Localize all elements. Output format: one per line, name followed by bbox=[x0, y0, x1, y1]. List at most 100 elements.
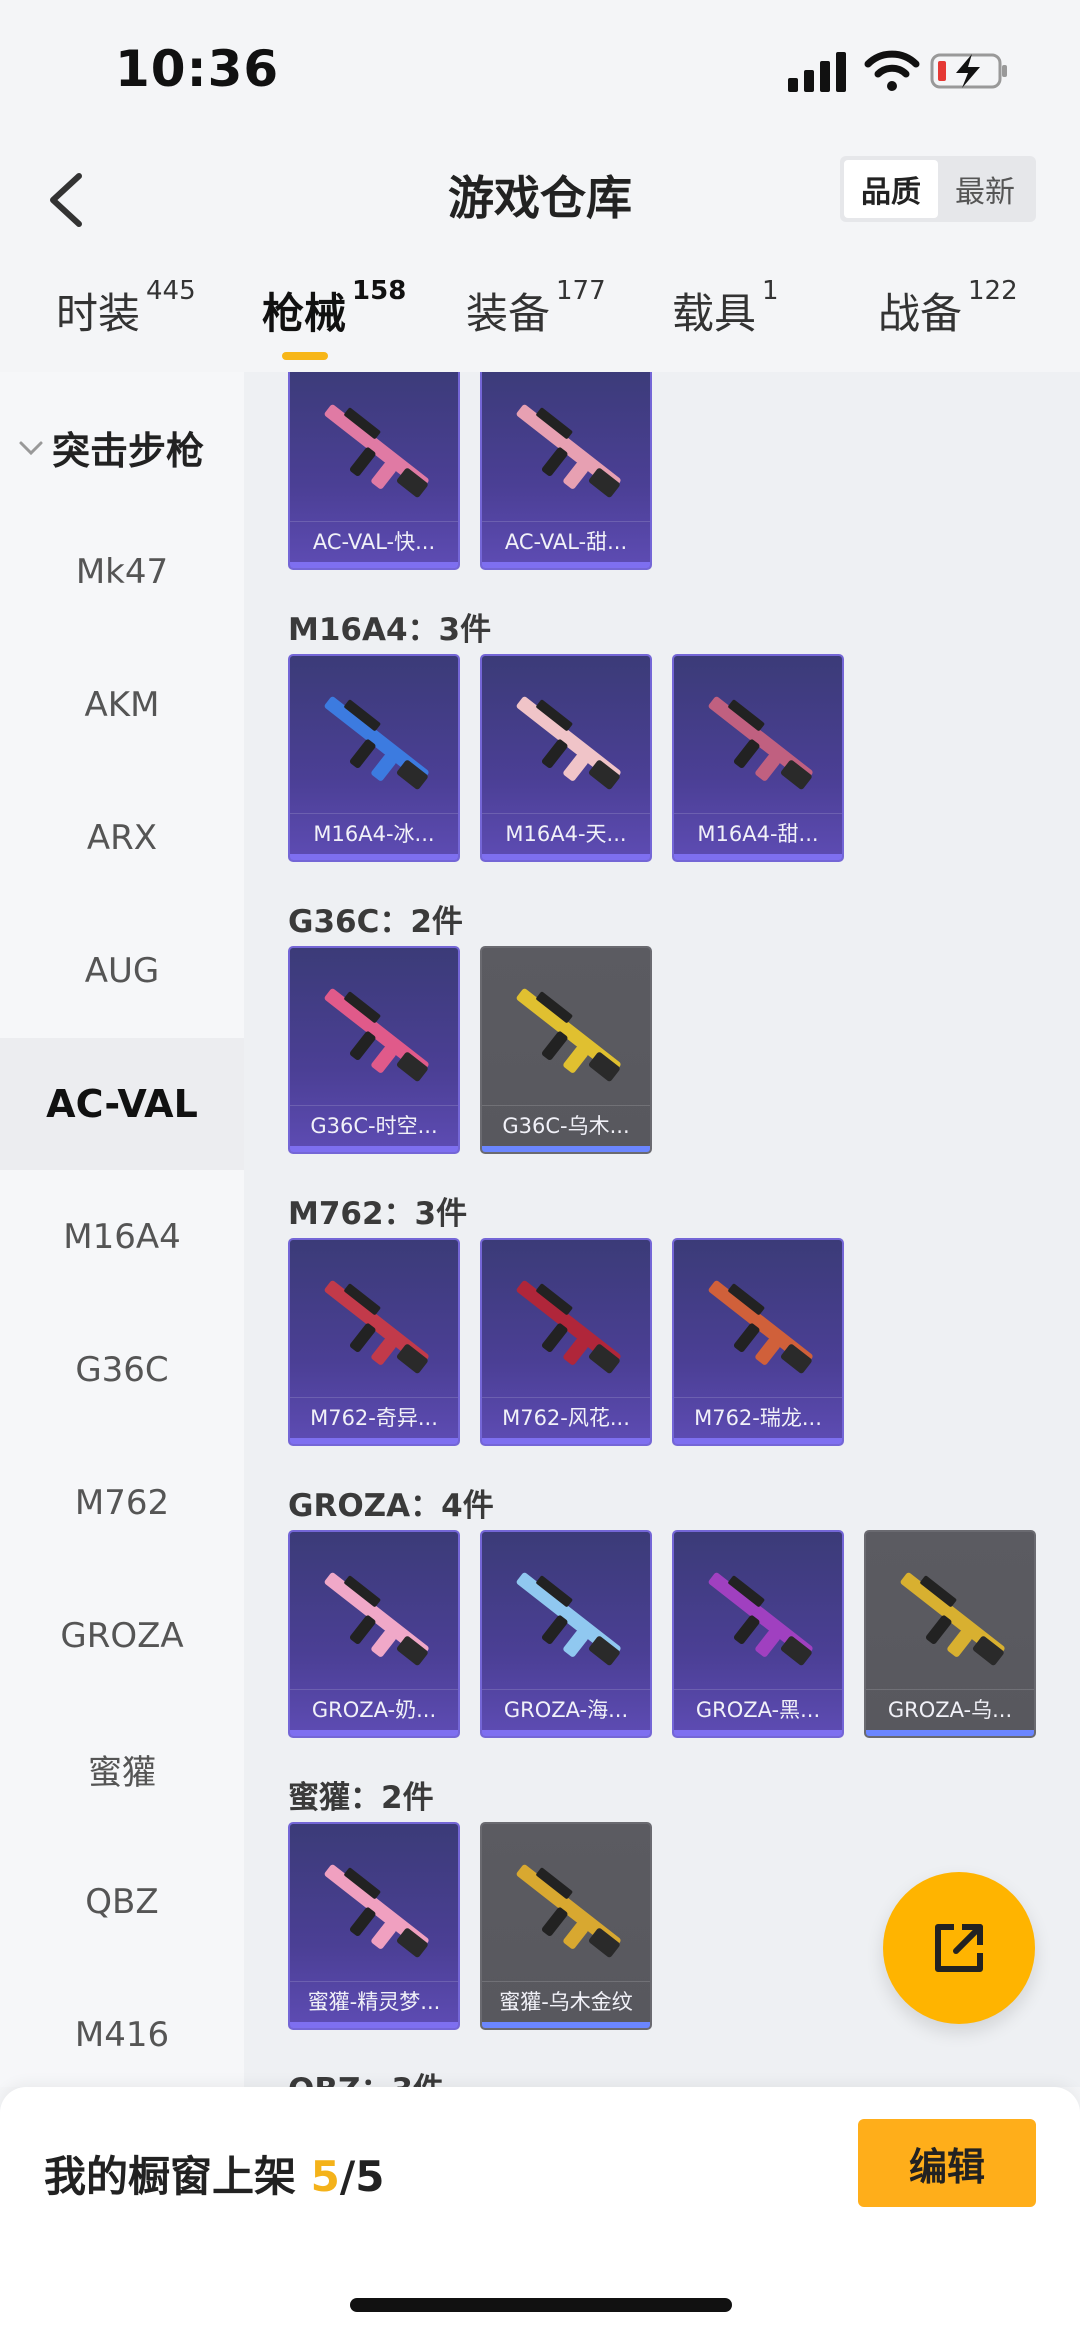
weapon-skin-card[interactable]: GROZA-海... bbox=[480, 1530, 652, 1738]
rifle-icon bbox=[708, 1280, 813, 1374]
sidebar-item[interactable]: M416 bbox=[0, 1969, 244, 2101]
sidebar-item[interactable]: Mk47 bbox=[0, 506, 244, 638]
rarity-bar bbox=[290, 1438, 458, 1444]
weapon-skin-name: AC-VAL-快... bbox=[290, 521, 458, 562]
weapon-skin-card[interactable]: M762-风花... bbox=[480, 1238, 652, 1446]
tab-count: 445 bbox=[146, 276, 196, 306]
weapon-skin-name: M16A4-甜... bbox=[674, 813, 842, 854]
rarity-bar bbox=[482, 1730, 650, 1736]
tab-guns[interactable]: 枪械 158 bbox=[262, 276, 406, 341]
group-title: 蜜獾：2件 bbox=[288, 1780, 434, 1816]
battery-charging-icon bbox=[930, 53, 1007, 89]
share-icon bbox=[935, 1924, 983, 1972]
edit-button[interactable]: 编辑 bbox=[858, 2119, 1036, 2207]
rifle-icon bbox=[324, 696, 429, 790]
weapon-skin-card[interactable]: 蜜獾-精灵梦... bbox=[288, 1822, 460, 2030]
sidebar-item[interactable]: 蜜獾 bbox=[0, 1703, 244, 1835]
group-title: M762：3件 bbox=[288, 1196, 468, 1232]
rifle-icon bbox=[516, 1864, 621, 1958]
weapon-skin-card[interactable]: 蜜獾-乌木金纹 bbox=[480, 1822, 652, 2030]
header: 游戏仓库 品质 最新 bbox=[0, 140, 1080, 260]
rarity-bar bbox=[866, 1730, 1034, 1736]
showcase-label: 我的橱窗上架 5/5 bbox=[44, 2143, 384, 2204]
group-title: GROZA：4件 bbox=[288, 1488, 494, 1524]
rifle-icon bbox=[708, 1572, 813, 1666]
weapon-skin-card[interactable]: M16A4-天... bbox=[480, 654, 652, 862]
group-title: M16A4：3件 bbox=[288, 612, 492, 648]
showcase-label-text: 我的橱窗上架 bbox=[44, 2152, 311, 2201]
rarity-bar bbox=[482, 1146, 650, 1152]
weapon-skin-name: G36C-时空... bbox=[290, 1105, 458, 1146]
sort-option-newest[interactable]: 最新 bbox=[938, 160, 1032, 218]
rifle-icon bbox=[516, 988, 621, 1082]
tab-count: 158 bbox=[352, 276, 407, 306]
tab-label: 枪械 bbox=[262, 289, 347, 338]
weapon-skin-name: G36C-乌木... bbox=[482, 1105, 650, 1146]
rarity-bar bbox=[290, 562, 458, 568]
weapon-skin-name: M16A4-冰... bbox=[290, 813, 458, 854]
weapon-skin-card[interactable]: GROZA-乌... bbox=[864, 1530, 1036, 1738]
sidebar-item[interactable]: GROZA bbox=[0, 1570, 244, 1702]
rifle-icon bbox=[324, 988, 429, 1082]
sort-toggle: 品质 最新 bbox=[840, 156, 1036, 222]
sidebar-item[interactable]: AUG bbox=[0, 905, 244, 1037]
chevron-down-icon bbox=[19, 441, 43, 455]
status-time: 10:36 bbox=[115, 40, 280, 98]
rarity-bar bbox=[674, 854, 842, 860]
tab-outfits[interactable]: 时装 445 bbox=[56, 276, 196, 341]
weapon-skin-name: GROZA-奶... bbox=[290, 1689, 458, 1730]
rarity-bar bbox=[290, 1146, 458, 1152]
rarity-bar bbox=[482, 854, 650, 860]
active-tab-indicator bbox=[282, 352, 328, 360]
tab-combat-gear[interactable]: 战备 122 bbox=[878, 276, 1018, 341]
weapon-skin-name: GROZA-黑... bbox=[674, 1689, 842, 1730]
group-title: G36C：2件 bbox=[288, 904, 463, 940]
weapon-skin-name: GROZA-乌... bbox=[866, 1689, 1034, 1730]
sidebar-category[interactable]: 突击步枪 bbox=[18, 420, 204, 475]
category-tabs: 时装 445 枪械 158 装备 177 载具 1 战备 122 bbox=[0, 270, 1080, 370]
rarity-bar bbox=[482, 562, 650, 568]
tab-count: 122 bbox=[968, 276, 1018, 306]
weapon-skin-card[interactable]: GROZA-奶... bbox=[288, 1530, 460, 1738]
sidebar-item[interactable]: QBZ bbox=[0, 1836, 244, 1968]
showcase-total-count: /5 bbox=[339, 2152, 385, 2201]
weapon-skin-card[interactable]: AC-VAL-快... bbox=[288, 372, 460, 570]
home-indicator bbox=[350, 2298, 732, 2312]
sort-option-quality[interactable]: 品质 bbox=[844, 160, 938, 218]
weapon-skin-name: 蜜獾-乌木金纹 bbox=[482, 1981, 650, 2022]
wifi-icon bbox=[864, 50, 920, 91]
weapon-skin-card[interactable]: G36C-时空... bbox=[288, 946, 460, 1154]
weapon-skin-card[interactable]: G36C-乌木... bbox=[480, 946, 652, 1154]
rarity-bar bbox=[674, 1438, 842, 1444]
share-button[interactable] bbox=[883, 1872, 1035, 2024]
weapon-grid: AC-VAL-快... AC-VAL-甜... M16A4：3件 M16A4-冰...… bbox=[244, 372, 1080, 2087]
showcase-used-count: 5 bbox=[310, 2152, 340, 2201]
sidebar-item[interactable]: G36C bbox=[0, 1304, 244, 1436]
weapon-skin-name: GROZA-海... bbox=[482, 1689, 650, 1730]
weapon-skin-card[interactable]: M762-瑞龙... bbox=[672, 1238, 844, 1446]
weapon-skin-card[interactable]: M16A4-冰... bbox=[288, 654, 460, 862]
sidebar-item[interactable]: ARX bbox=[0, 772, 244, 904]
rarity-bar bbox=[290, 854, 458, 860]
tab-equipment[interactable]: 装备 177 bbox=[466, 276, 606, 341]
weapon-skin-card[interactable]: GROZA-黑... bbox=[672, 1530, 844, 1738]
sidebar-category-label: 突击步枪 bbox=[52, 429, 205, 473]
tab-vehicles[interactable]: 载具 1 bbox=[672, 276, 779, 341]
group-title: QBZ：3件 bbox=[288, 2064, 444, 2087]
weapon-skin-card[interactable]: M16A4-甜... bbox=[672, 654, 844, 862]
tab-label: 装备 bbox=[466, 289, 551, 338]
weapon-skin-name: M762-风花... bbox=[482, 1397, 650, 1438]
weapon-skin-card[interactable]: M762-奇异... bbox=[288, 1238, 460, 1446]
rarity-bar bbox=[482, 1438, 650, 1444]
sidebar-item[interactable]: M16A4 bbox=[0, 1171, 244, 1303]
rifle-icon bbox=[900, 1572, 1005, 1666]
weapon-skin-name: M16A4-天... bbox=[482, 813, 650, 854]
tab-label: 战备 bbox=[878, 289, 963, 338]
tab-label: 载具 bbox=[672, 289, 757, 338]
status-bar: 10:36 bbox=[0, 0, 1080, 140]
rifle-icon bbox=[324, 1280, 429, 1374]
sidebar-item[interactable]: M762 bbox=[0, 1437, 244, 1569]
sidebar-item[interactable]: AC-VAL bbox=[0, 1038, 244, 1170]
sidebar-item[interactable]: AKM bbox=[0, 639, 244, 771]
weapon-skin-card[interactable]: AC-VAL-甜... bbox=[480, 372, 652, 570]
